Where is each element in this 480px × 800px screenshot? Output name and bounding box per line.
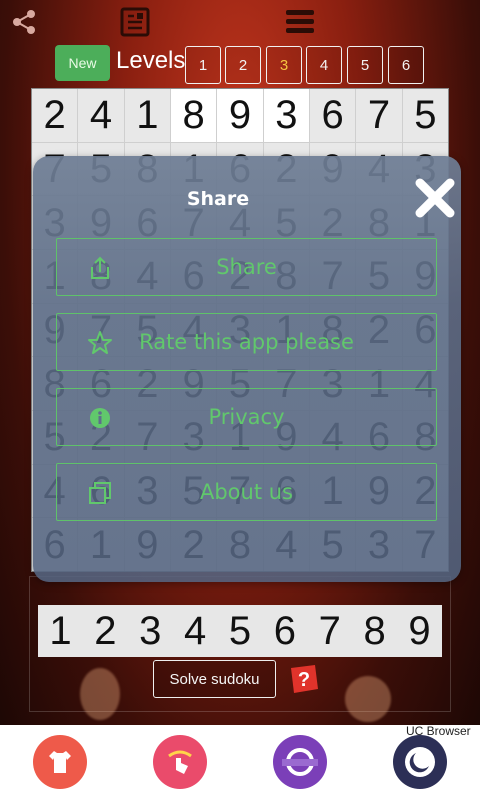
level-3-button[interactable]: 3 [266, 46, 302, 84]
dialog-title: Share [186, 188, 250, 210]
circle-app-icon[interactable] [273, 735, 327, 789]
number-key[interactable]: 1 [49, 611, 71, 651]
level-1-button[interactable]: 1 [185, 46, 221, 84]
privacy-option-label: Privacy [208, 405, 285, 429]
hand-tap-app-icon[interactable] [153, 735, 207, 789]
top-bar [0, 0, 480, 44]
number-key[interactable]: 2 [94, 611, 116, 651]
sudoku-cell[interactable]: 2 [32, 89, 78, 142]
shirt-app-icon[interactable] [33, 735, 87, 789]
sudoku-cell[interactable]: 5 [402, 89, 448, 142]
number-key[interactable]: 5 [229, 611, 251, 651]
solve-sudoku-button[interactable]: Solve sudoku [153, 660, 276, 698]
privacy-option[interactable]: Privacy [56, 388, 437, 446]
sudoku-cell[interactable]: 3 [263, 89, 309, 142]
sudoku-cell[interactable]: 9 [217, 89, 263, 142]
background-decoration [80, 668, 120, 720]
share-option[interactable]: Share [56, 238, 437, 296]
level-6-button[interactable]: 6 [388, 46, 424, 84]
level-4-button[interactable]: 4 [306, 46, 342, 84]
share-option-label: Share [216, 255, 277, 279]
rate-app-option-label: Rate this app please [139, 330, 354, 354]
book-icon[interactable] [118, 6, 152, 38]
menu-icon[interactable] [283, 6, 317, 38]
moon-app-icon[interactable] [393, 735, 447, 789]
level-5-button[interactable]: 5 [347, 46, 383, 84]
svg-text:?: ? [298, 669, 310, 691]
rate-app-option[interactable]: Rate this app please [56, 313, 437, 371]
ad-banner[interactable]: UC Browser [0, 724, 480, 800]
about-us-option-label: About us [199, 480, 293, 504]
sudoku-cell[interactable]: 7 [356, 89, 402, 142]
sudoku-cell[interactable]: 4 [78, 89, 124, 142]
about-us-option[interactable]: About us [56, 463, 437, 521]
level-2-button[interactable]: 2 [225, 46, 261, 84]
share-dialog: Share Share Rate this app please Privacy [33, 156, 461, 582]
background-decoration [345, 676, 391, 722]
number-key[interactable]: 7 [319, 611, 341, 651]
number-key[interactable]: 3 [139, 611, 161, 651]
sudoku-cell[interactable]: 8 [170, 89, 217, 142]
number-key[interactable]: 4 [184, 611, 206, 651]
sudoku-cell[interactable]: 1 [124, 89, 170, 142]
close-icon[interactable] [413, 176, 457, 220]
number-key[interactable]: 6 [274, 611, 296, 651]
levels-label: Levels [116, 47, 186, 74]
number-key[interactable]: 9 [408, 611, 430, 651]
number-pad: 123456789 [38, 605, 442, 657]
number-key[interactable]: 8 [363, 611, 385, 651]
new-game-button[interactable]: New [55, 45, 110, 81]
help-icon[interactable]: ? [287, 662, 321, 696]
share-icon[interactable] [10, 8, 38, 36]
sudoku-cell[interactable]: 6 [309, 89, 356, 142]
